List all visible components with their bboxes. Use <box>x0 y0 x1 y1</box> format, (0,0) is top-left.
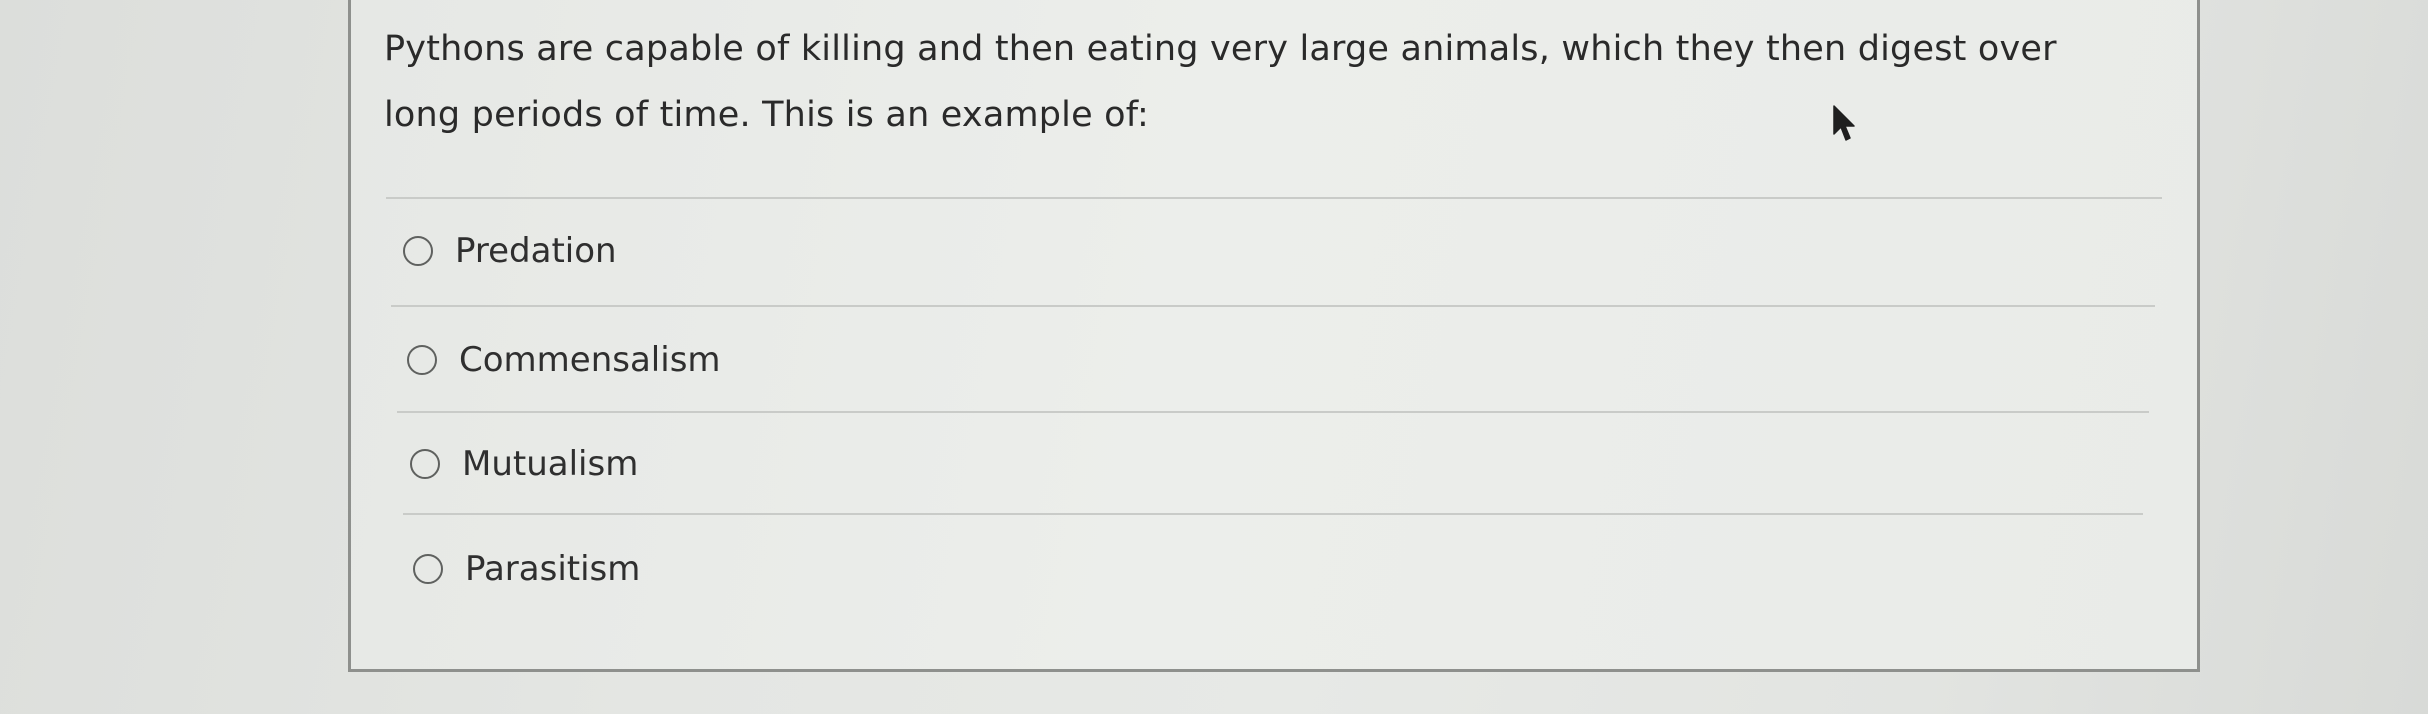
option-commensalism[interactable]: Commensalism <box>407 340 721 380</box>
option-divider <box>403 513 2143 515</box>
option-predation[interactable]: Predation <box>403 231 617 271</box>
question-divider <box>386 197 2162 199</box>
option-divider <box>391 305 2155 307</box>
option-label: Predation <box>455 231 617 271</box>
option-label: Commensalism <box>459 340 721 380</box>
radio-unchecked-icon[interactable] <box>413 554 443 584</box>
option-label: Parasitism <box>465 549 641 589</box>
quiz-question-card: Pythons are capable of killing and then … <box>348 0 2200 672</box>
option-label: Mutualism <box>462 444 639 484</box>
option-parasitism[interactable]: Parasitism <box>413 549 640 589</box>
radio-unchecked-icon[interactable] <box>407 345 437 375</box>
option-divider <box>397 411 2149 413</box>
mouse-pointer-icon <box>1833 105 1855 141</box>
radio-unchecked-icon[interactable] <box>410 449 440 479</box>
radio-unchecked-icon[interactable] <box>403 236 433 266</box>
option-mutualism[interactable]: Mutualism <box>410 444 638 484</box>
